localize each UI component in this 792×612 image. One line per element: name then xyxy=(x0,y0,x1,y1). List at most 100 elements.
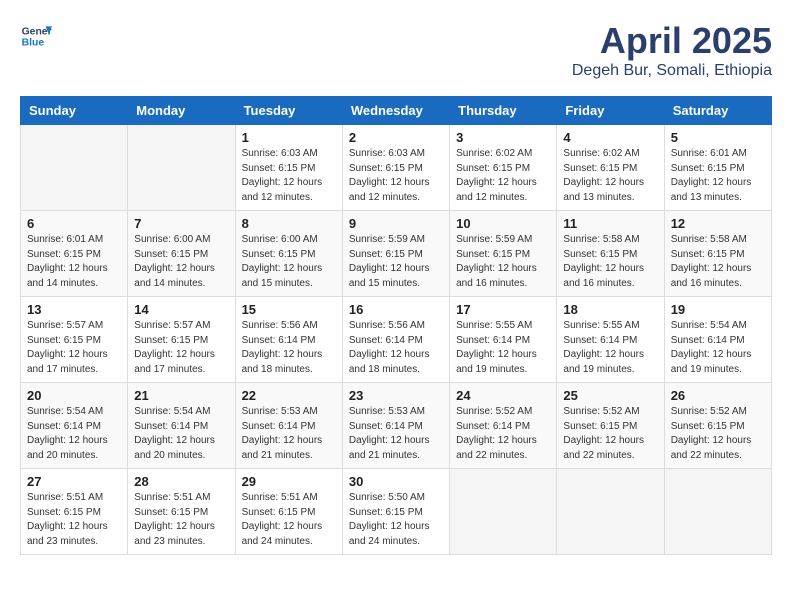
day-header-saturday: Saturday xyxy=(664,97,771,125)
calendar-cell: 11 Sunrise: 5:58 AM Sunset: 6:15 PM Dayli… xyxy=(557,211,664,297)
day-info: Sunrise: 5:51 AM Sunset: 6:15 PM Dayligh… xyxy=(27,491,121,549)
day-number: 17 xyxy=(456,302,550,317)
calendar-cell: 30Sunrise: 5:50 AM Sunset: 6:15 PM Dayli… xyxy=(342,469,449,555)
calendar-week-3: 13 Sunrise: 5:57 AM Sunset: 6:15 PM Dayli… xyxy=(21,297,772,383)
day-info: Sunrise: 6:03 AM Sunset: 6:15 PM Dayligh… xyxy=(349,147,443,205)
day-info: Sunrise: 6:00 AM Sunset: 6:15 PM Dayligh… xyxy=(242,233,336,291)
day-info: Sunrise: 6:02 AM Sunset: 6:15 PM Dayligh… xyxy=(456,147,550,205)
day-number: 25 xyxy=(563,388,657,403)
day-info: Sunrise: 6:03 AM Sunset: 6:15 PM Dayligh… xyxy=(242,147,336,205)
day-number: 12 xyxy=(671,216,765,231)
calendar-cell: 15 Sunrise: 5:56 AM Sunset: 6:14 PM Dayli… xyxy=(235,297,342,383)
day-info: Sunrise: 5:53 AM Sunset: 6:14 PM Dayligh… xyxy=(242,405,336,463)
calendar-cell: 25Sunrise: 5:52 AM Sunset: 6:15 PM Dayli… xyxy=(557,383,664,469)
day-info: Sunrise: 5:56 AM Sunset: 6:14 PM Dayligh… xyxy=(349,319,443,377)
calendar-cell: 1 Sunrise: 6:03 AM Sunset: 6:15 PM Daylig… xyxy=(235,125,342,211)
day-number: 21 xyxy=(134,388,228,403)
day-info: Sunrise: 5:58 AM Sunset: 6:15 PM Dayligh… xyxy=(671,233,765,291)
calendar-cell: 26 Sunrise: 5:52 AM Sunset: 6:15 PM Dayli… xyxy=(664,383,771,469)
day-number: 3 xyxy=(456,130,550,145)
day-number: 28 xyxy=(134,474,228,489)
calendar-cell xyxy=(128,125,235,211)
calendar-cell: 14 Sunrise: 5:57 AM Sunset: 6:15 PM Dayli… xyxy=(128,297,235,383)
day-number: 9 xyxy=(349,216,443,231)
day-info: Sunrise: 6:00 AM Sunset: 6:15 PM Dayligh… xyxy=(134,233,228,291)
calendar-cell: 28 Sunrise: 5:51 AM Sunset: 6:15 PM Dayli… xyxy=(128,469,235,555)
day-header-sunday: Sunday xyxy=(21,97,128,125)
calendar-cell: 8 Sunrise: 6:00 AM Sunset: 6:15 PM Daylig… xyxy=(235,211,342,297)
day-header-thursday: Thursday xyxy=(450,97,557,125)
calendar-week-2: 6 Sunrise: 6:01 AM Sunset: 6:15 PM Daylig… xyxy=(21,211,772,297)
day-number: 11 xyxy=(563,216,657,231)
calendar-cell: 4Sunrise: 6:02 AM Sunset: 6:15 PM Daylig… xyxy=(557,125,664,211)
day-info: Sunrise: 5:59 AM Sunset: 6:15 PM Dayligh… xyxy=(456,233,550,291)
calendar-cell: 27 Sunrise: 5:51 AM Sunset: 6:15 PM Dayli… xyxy=(21,469,128,555)
day-number: 15 xyxy=(242,302,336,317)
svg-text:Blue: Blue xyxy=(22,38,45,49)
calendar-cell: 19 Sunrise: 5:54 AM Sunset: 6:14 PM Dayli… xyxy=(664,297,771,383)
day-number: 8 xyxy=(242,216,336,231)
day-number: 20 xyxy=(27,388,121,403)
calendar-cell: 20 Sunrise: 5:54 AM Sunset: 6:14 PM Dayli… xyxy=(21,383,128,469)
day-info: Sunrise: 5:51 AM Sunset: 6:15 PM Dayligh… xyxy=(134,491,228,549)
calendar-cell: 22 Sunrise: 5:53 AM Sunset: 6:14 PM Dayli… xyxy=(235,383,342,469)
calendar-cell: 18 Sunrise: 5:55 AM Sunset: 6:14 PM Dayli… xyxy=(557,297,664,383)
day-info: Sunrise: 6:01 AM Sunset: 6:15 PM Dayligh… xyxy=(671,147,765,205)
calendar-cell: 16Sunrise: 5:56 AM Sunset: 6:14 PM Dayli… xyxy=(342,297,449,383)
day-info: Sunrise: 5:59 AM Sunset: 6:15 PM Dayligh… xyxy=(349,233,443,291)
day-info: Sunrise: 5:58 AM Sunset: 6:15 PM Dayligh… xyxy=(563,233,657,291)
day-number: 5 xyxy=(671,130,765,145)
calendar-cell: 13Sunrise: 5:57 AM Sunset: 6:15 PM Dayli… xyxy=(21,297,128,383)
day-info: Sunrise: 5:53 AM Sunset: 6:14 PM Dayligh… xyxy=(349,405,443,463)
day-number: 1 xyxy=(242,130,336,145)
month-year: April 2025 xyxy=(572,20,772,62)
location: Degeh Bur, Somali, Ethiopia xyxy=(572,62,772,80)
calendar-cell: 12 Sunrise: 5:58 AM Sunset: 6:15 PM Dayli… xyxy=(664,211,771,297)
day-info: Sunrise: 5:55 AM Sunset: 6:14 PM Dayligh… xyxy=(456,319,550,377)
header: General Blue April 2025 Degeh Bur, Somal… xyxy=(20,20,772,80)
calendar-cell xyxy=(450,469,557,555)
calendar-cell: 3 Sunrise: 6:02 AM Sunset: 6:15 PM Daylig… xyxy=(450,125,557,211)
day-info: Sunrise: 5:52 AM Sunset: 6:14 PM Dayligh… xyxy=(456,405,550,463)
calendar-cell: 23 Sunrise: 5:53 AM Sunset: 6:14 PM Dayli… xyxy=(342,383,449,469)
day-info: Sunrise: 5:52 AM Sunset: 6:15 PM Dayligh… xyxy=(671,405,765,463)
calendar-cell: 2 Sunrise: 6:03 AM Sunset: 6:15 PM Daylig… xyxy=(342,125,449,211)
day-number: 23 xyxy=(349,388,443,403)
day-number: 14 xyxy=(134,302,228,317)
day-info: Sunrise: 5:54 AM Sunset: 6:14 PM Dayligh… xyxy=(671,319,765,377)
day-info: Sunrise: 6:02 AM Sunset: 6:15 PM Dayligh… xyxy=(563,147,657,205)
day-info: Sunrise: 5:54 AM Sunset: 6:14 PM Dayligh… xyxy=(134,405,228,463)
day-header-tuesday: Tuesday xyxy=(235,97,342,125)
day-info: Sunrise: 5:56 AM Sunset: 6:14 PM Dayligh… xyxy=(242,319,336,377)
logo: General Blue xyxy=(20,20,52,52)
day-number: 18 xyxy=(563,302,657,317)
day-number: 26 xyxy=(671,388,765,403)
calendar-week-4: 20 Sunrise: 5:54 AM Sunset: 6:14 PM Dayli… xyxy=(21,383,772,469)
day-header-wednesday: Wednesday xyxy=(342,97,449,125)
calendar-week-5: 27 Sunrise: 5:51 AM Sunset: 6:15 PM Dayli… xyxy=(21,469,772,555)
calendar-header-row: SundayMondayTuesdayWednesdayThursdayFrid… xyxy=(21,97,772,125)
day-number: 22 xyxy=(242,388,336,403)
day-number: 13 xyxy=(27,302,121,317)
calendar-week-1: 1 Sunrise: 6:03 AM Sunset: 6:15 PM Daylig… xyxy=(21,125,772,211)
calendar-cell: 7Sunrise: 6:00 AM Sunset: 6:15 PM Daylig… xyxy=(128,211,235,297)
day-number: 2 xyxy=(349,130,443,145)
day-info: Sunrise: 5:50 AM Sunset: 6:15 PM Dayligh… xyxy=(349,491,443,549)
day-number: 27 xyxy=(27,474,121,489)
calendar-cell: 9 Sunrise: 5:59 AM Sunset: 6:15 PM Daylig… xyxy=(342,211,449,297)
calendar-cell: 21 Sunrise: 5:54 AM Sunset: 6:14 PM Dayli… xyxy=(128,383,235,469)
day-number: 6 xyxy=(27,216,121,231)
calendar-cell: 5 Sunrise: 6:01 AM Sunset: 6:15 PM Daylig… xyxy=(664,125,771,211)
calendar-cell: 24 Sunrise: 5:52 AM Sunset: 6:14 PM Dayli… xyxy=(450,383,557,469)
calendar-cell: 10Sunrise: 5:59 AM Sunset: 6:15 PM Dayli… xyxy=(450,211,557,297)
day-info: Sunrise: 5:57 AM Sunset: 6:15 PM Dayligh… xyxy=(134,319,228,377)
day-info: Sunrise: 5:54 AM Sunset: 6:14 PM Dayligh… xyxy=(27,405,121,463)
day-info: Sunrise: 5:55 AM Sunset: 6:14 PM Dayligh… xyxy=(563,319,657,377)
title-area: April 2025 Degeh Bur, Somali, Ethiopia xyxy=(572,20,772,80)
day-info: Sunrise: 6:01 AM Sunset: 6:15 PM Dayligh… xyxy=(27,233,121,291)
day-number: 19 xyxy=(671,302,765,317)
day-number: 24 xyxy=(456,388,550,403)
calendar-cell: 29Sunrise: 5:51 AM Sunset: 6:15 PM Dayli… xyxy=(235,469,342,555)
calendar-cell: 17 Sunrise: 5:55 AM Sunset: 6:14 PM Dayli… xyxy=(450,297,557,383)
day-header-monday: Monday xyxy=(128,97,235,125)
